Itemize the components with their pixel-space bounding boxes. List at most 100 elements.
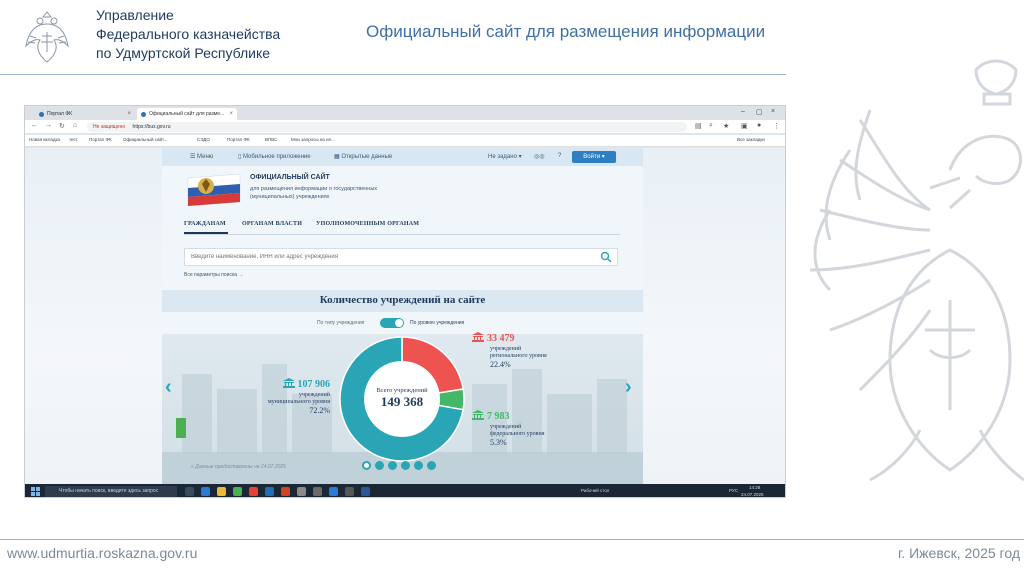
store-icon[interactable] xyxy=(233,487,242,496)
word-icon[interactable] xyxy=(361,487,370,496)
translate-icon[interactable]: ▤ xyxy=(695,122,702,130)
taskbar-language[interactable]: РУС xyxy=(729,488,738,493)
menu-label: Меню xyxy=(197,154,214,160)
org-name-line: Управление xyxy=(96,7,174,23)
zoom-icon[interactable]: ⌕ xyxy=(709,122,713,130)
search-icon[interactable] xyxy=(600,251,612,263)
task-view-icon[interactable] xyxy=(185,487,194,496)
open-data-label: Открытые данные xyxy=(341,154,393,160)
edge-icon[interactable] xyxy=(201,487,210,496)
footer-website: www.udmurtia.roskazna.gov.ru xyxy=(7,545,198,561)
stat-municipal: 107 906 учреждений муниципального уровня… xyxy=(258,374,330,415)
carousel-dot[interactable] xyxy=(414,461,423,470)
institution-search-input[interactable] xyxy=(184,248,618,266)
carousel-dot[interactable] xyxy=(388,461,397,470)
url-input[interactable]: Не защищено https://bus.gov.ru xyxy=(87,122,687,132)
maximize-icon[interactable]: ▢ xyxy=(756,108,763,116)
reload-icon[interactable]: ↻ xyxy=(59,122,65,130)
browser-tab-label: Официальный сайт для разме... xyxy=(149,111,225,117)
minimize-icon[interactable]: – xyxy=(741,108,745,115)
toggle-by-type-label[interactable]: По типу учреждения xyxy=(317,320,364,326)
grouping-switch[interactable] xyxy=(380,318,404,328)
chrome-icon[interactable] xyxy=(249,487,258,496)
mobile-app-label: Мобильное приложение xyxy=(242,154,311,160)
window-close-icon[interactable]: × xyxy=(771,108,775,115)
region-select[interactable]: Не задано ▾ xyxy=(488,153,522,160)
bookmark-item[interactable]: Мои запросы на не... xyxy=(291,137,335,142)
carousel-dot[interactable] xyxy=(427,461,436,470)
watermark-eagle-icon xyxy=(809,59,1024,482)
data-updated-text: Данные предоставлены на 24.07.2025 xyxy=(195,464,286,470)
switch-knob xyxy=(395,319,403,327)
back-icon[interactable]: ← xyxy=(31,122,38,129)
bookmark-star-icon[interactable]: ★ xyxy=(723,122,729,130)
site-brand-subtitle: для размещения информации о государствен… xyxy=(250,186,378,200)
org-name: Управление Федерального казначейства по … xyxy=(96,6,280,63)
browser-tab[interactable]: Портал ФК × xyxy=(35,108,135,120)
outlook-icon[interactable] xyxy=(265,487,274,496)
stat-federal: 7 983 учреждений федерального уровня 5.3… xyxy=(472,406,552,447)
favicon-icon xyxy=(39,112,44,117)
extensions-icon[interactable]: ▣ xyxy=(741,122,748,130)
eagle-emblem-icon xyxy=(25,11,69,63)
tab-citizens[interactable]: ГРАЖДАНАМ xyxy=(184,221,226,227)
advanced-search-link[interactable]: Все параметры поиска → xyxy=(184,272,243,278)
bookmark-item[interactable]: тест xyxy=(69,137,78,142)
ie-icon[interactable] xyxy=(329,487,338,496)
browser-screenshot: Портал ФК × Официальный сайт для разме..… xyxy=(24,105,786,498)
taskbar-date: 24.07.2025 xyxy=(741,492,764,497)
accessibility-icon[interactable]: ◎◎ xyxy=(534,153,544,160)
stat-municipal-label: учреждений муниципального уровня xyxy=(267,392,330,405)
stat-federal-value: 7 983 xyxy=(487,411,510,422)
org-name-line: Федерального казначейства xyxy=(96,26,281,42)
tab-authorities[interactable]: ОРГАНАМ ВЛАСТИ xyxy=(242,221,302,227)
carousel-dot[interactable] xyxy=(375,461,384,470)
tab-authorized-bodies[interactable]: УПОЛНОМОЧЕННЫМ ОРГАНАМ xyxy=(316,221,419,227)
carousel-next-icon[interactable]: › xyxy=(625,376,632,399)
powerpoint-icon[interactable] xyxy=(281,487,290,496)
all-bookmarks[interactable]: Все закладки xyxy=(737,137,765,142)
browser-menu-icon[interactable]: ⋮ xyxy=(773,122,780,130)
menu-link[interactable]: ☰ Меню xyxy=(190,153,213,160)
bookmark-item[interactable]: ВПБС xyxy=(265,137,277,142)
app-icon[interactable] xyxy=(313,487,322,496)
bookmark-item[interactable]: Официальный сайт... xyxy=(123,137,167,142)
app-icon[interactable] xyxy=(297,487,306,496)
slide-title: Официальный сайт для размещения информац… xyxy=(366,22,766,41)
bank-icon xyxy=(282,378,295,389)
close-tab-icon[interactable]: × xyxy=(127,108,131,120)
taskbar-search-input[interactable]: Чтобы начать поиск, введите здесь запрос xyxy=(45,486,177,497)
open-data-link[interactable]: ▦ Открытые данные xyxy=(334,153,392,160)
taskbar-desktop-label[interactable]: Рабочий стол xyxy=(581,488,609,493)
stat-regional: 33 479 учреждений регионального уровня 2… xyxy=(472,328,552,369)
favicon-icon xyxy=(141,112,146,117)
address-bar: ← → ↻ ⌂ Не защищено https://bus.gov.ru ▤… xyxy=(25,120,785,134)
carousel-dot[interactable] xyxy=(362,461,371,470)
donut-total-value: 149 368 xyxy=(381,394,424,409)
home-icon[interactable]: ⌂ xyxy=(73,122,77,129)
file-explorer-icon[interactable] xyxy=(217,487,226,496)
help-icon[interactable]: ? xyxy=(558,153,561,159)
forward-icon[interactable]: → xyxy=(45,122,52,129)
profile-icon[interactable]: ● xyxy=(757,122,761,129)
toggle-by-level-label[interactable]: По уровню учреждения xyxy=(410,320,464,326)
bank-icon xyxy=(472,410,484,421)
login-label: Войти xyxy=(583,154,601,160)
url-text: https://bus.gov.ru xyxy=(132,124,171,130)
mobile-app-link[interactable]: ▯ Мобильное приложение xyxy=(238,153,311,160)
carousel-prev-icon[interactable]: ‹ xyxy=(165,376,172,399)
login-button[interactable]: Войти ▾ xyxy=(572,151,616,163)
carousel-dot[interactable] xyxy=(401,461,410,470)
browser-tab-active[interactable]: Официальный сайт для разме... × xyxy=(137,108,237,120)
bookmark-item[interactable]: СЭДО xyxy=(197,137,210,142)
org-name-line: по Удмуртской Республике xyxy=(96,45,271,61)
bookmark-item[interactable]: Портал ФК xyxy=(89,137,112,142)
bookmark-item[interactable]: Портал ФК xyxy=(227,137,250,142)
windows-start-icon[interactable] xyxy=(31,487,40,496)
close-tab-icon[interactable]: × xyxy=(229,108,233,120)
bookmark-item[interactable]: Новая вкладка xyxy=(29,137,60,142)
region-label: Не задано xyxy=(488,154,517,160)
browser-tab-strip: Портал ФК × Официальный сайт для разме..… xyxy=(25,106,785,120)
windows-taskbar: Чтобы начать поиск, введите здесь запрос… xyxy=(25,484,785,497)
app-icon[interactable] xyxy=(345,487,354,496)
